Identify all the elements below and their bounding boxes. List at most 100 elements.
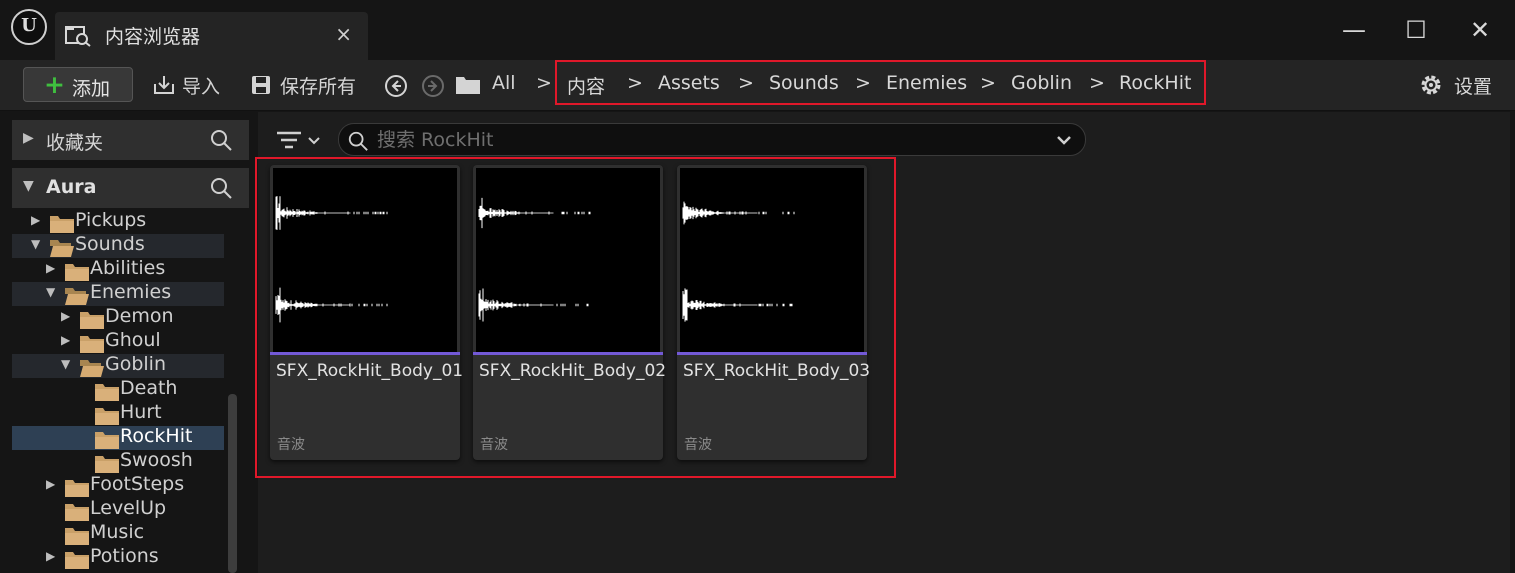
folder-icon[interactable] [455,74,481,96]
tree-item-pickups[interactable]: ▶ Pickups [12,210,224,234]
soundwave-thumbnail-icon [273,168,457,352]
right-border [1510,112,1515,573]
breadcrumb: 内容 > Assets > Sounds > Enemies > Goblin … [555,60,1206,105]
collapsed-arrow-icon[interactable]: ▶ [46,477,55,491]
breadcrumb-separator[interactable]: > [536,72,552,94]
tab-title: 内容浏览器 [105,26,201,48]
title-bar: U 内容浏览器 × — ☐ ✕ [0,0,1515,60]
tree-item-label: Swoosh [120,449,193,471]
breadcrumb-item-sounds[interactable]: Sounds [769,72,839,94]
tree-item-levelup[interactable]: LevelUp [12,497,224,522]
breadcrumb-all[interactable]: All [492,72,516,94]
breadcrumb-separator[interactable]: > [1089,72,1105,94]
tree-item-label: FootSteps [90,473,185,495]
tree-item-demon[interactable]: ▶ Demon [12,305,224,330]
tree-item-abilities[interactable]: ▶ Abilities [12,257,224,282]
search-icon[interactable] [209,176,233,200]
asset-view: SFX_RockHit_Body_01 音波 SFX_RockHit_Body_02… [255,112,1515,573]
import-button[interactable]: 导入 [152,70,232,100]
save-icon [252,76,270,94]
breadcrumb-separator[interactable]: > [627,72,643,94]
save-all-button[interactable]: 保存所有 [250,70,368,100]
collapsed-arrow-icon[interactable]: ▶ [23,130,34,146]
tree-item-label: Ghoul [105,329,161,351]
tree-item-potions[interactable]: ▶ Potions [12,545,224,573]
save-all-label: 保存所有 [280,76,357,98]
collapsed-arrow-icon[interactable]: ▶ [46,261,55,275]
maximize-button[interactable]: ☐ [1396,12,1436,48]
asset-tile[interactable]: SFX_RockHit_Body_02 音波 [473,165,667,460]
tree-item-music[interactable]: Music [12,521,224,546]
tree-item-label: RockHit [120,425,193,447]
tree-item-label: Death [120,377,178,399]
tree-item-enemies[interactable]: ▼ Enemies [12,281,224,306]
back-arrow-icon[interactable] [383,73,409,99]
breadcrumb-item-enemies[interactable]: Enemies [886,72,967,94]
aura-label: Aura [46,176,97,198]
unreal-logo-icon: U [11,9,47,45]
content-browser-icon [65,26,91,47]
collapsed-arrow-icon[interactable]: ▶ [61,309,70,323]
tab-content-browser[interactable]: 内容浏览器 × [55,12,368,60]
expanded-arrow-icon[interactable]: ▼ [31,237,40,251]
toolbar: + 添加 导入 保存所有 All > 内容 > Assets > Sounds … [0,60,1515,111]
breadcrumb-separator[interactable]: > [738,72,754,94]
search-icon[interactable] [209,128,233,152]
collapsed-arrow-icon[interactable]: ▶ [46,549,55,563]
tree-item-label: Potions [90,545,159,567]
asset-type-color-bar [270,352,460,355]
asset-name: SFX_RockHit_Body_03 [683,361,871,381]
tree-item-ghoul[interactable]: ▶ Ghoul [12,329,224,354]
tree-item-hurt[interactable]: Hurt [12,401,224,426]
search-icon [348,131,368,151]
tree-item-label: LevelUp [90,497,167,519]
tree-item-sounds[interactable]: ▼ Sounds [12,233,224,258]
asset-tile[interactable]: SFX_RockHit_Body_03 音波 [677,165,871,460]
expanded-arrow-icon[interactable]: ▼ [23,178,34,194]
tree-item-swoosh[interactable]: Swoosh [12,449,224,474]
asset-type-label: 音波 [277,437,305,453]
tree-item-label: Abilities [90,257,166,279]
expanded-arrow-icon[interactable]: ▼ [46,285,55,299]
tree-item-label: Goblin [105,353,167,375]
close-window-button[interactable]: ✕ [1460,12,1500,48]
asset-type-color-bar [473,352,663,355]
tree-item-label: Sounds [75,233,145,255]
favorites-header[interactable]: ▶ 收藏夹 [12,120,249,160]
asset-type-label: 音波 [684,437,712,453]
collapsed-arrow-icon[interactable]: ▶ [31,213,40,227]
folder-icon [64,549,90,573]
tab-close-icon[interactable]: × [335,22,352,46]
collapsed-arrow-icon[interactable]: ▶ [61,333,70,347]
gear-icon [1421,75,1441,95]
search-box[interactable] [338,123,1086,156]
expanded-arrow-icon[interactable]: ▼ [61,357,70,371]
search-input[interactable] [377,128,1037,152]
tree-item-goblin[interactable]: ▼ Goblin [12,353,224,378]
aura-header[interactable]: ▼ Aura [12,168,249,208]
breadcrumb-separator[interactable]: > [980,72,996,94]
breadcrumb-item-goblin[interactable]: Goblin [1011,72,1072,94]
chevron-down-icon[interactable] [1055,131,1073,149]
soundwave-thumbnail-icon [476,168,660,352]
breadcrumb-separator[interactable]: > [855,72,871,94]
asset-name: SFX_RockHit_Body_02 [479,361,667,381]
breadcrumb-item-content[interactable]: 内容 [567,72,605,99]
asset-type-color-bar [677,352,867,355]
tree-scrollbar[interactable] [228,394,237,573]
asset-name: SFX_RockHit_Body_01 [276,361,464,381]
filter-icon[interactable] [275,129,330,153]
tree-item-rockhit[interactable]: RockHit [12,425,224,450]
tree-item-death[interactable]: Death [12,377,224,402]
tree-item-label: Enemies [90,281,172,303]
forward-arrow-icon[interactable] [420,73,446,99]
add-button[interactable]: + 添加 [23,67,133,102]
tree-item-footsteps[interactable]: ▶ FootSteps [12,473,224,498]
breadcrumb-item-assets[interactable]: Assets [658,72,720,94]
asset-tile[interactable]: SFX_RockHit_Body_01 音波 [270,165,464,460]
favorites-label: 收藏夹 [46,132,104,154]
breadcrumb-item-rockhit[interactable]: RockHit [1119,72,1191,94]
minimize-button[interactable]: — [1334,12,1374,48]
settings-button[interactable]: 设置 [1418,71,1498,101]
tree-item-label: Demon [105,305,174,327]
